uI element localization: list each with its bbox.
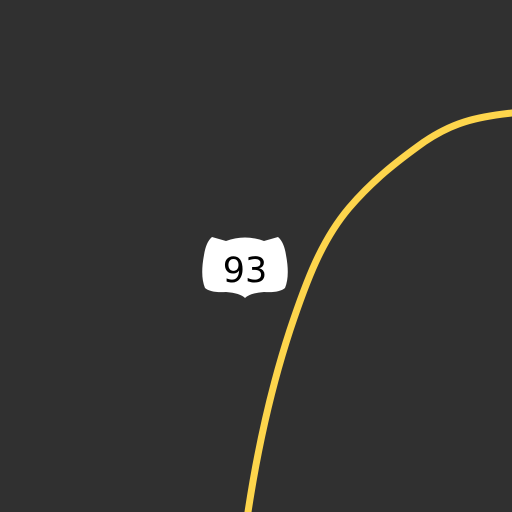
us-highway-shield-icon[interactable]: 93 [202,237,288,298]
route-number: 93 [223,251,268,291]
map-tile[interactable]: 93 [0,0,512,512]
